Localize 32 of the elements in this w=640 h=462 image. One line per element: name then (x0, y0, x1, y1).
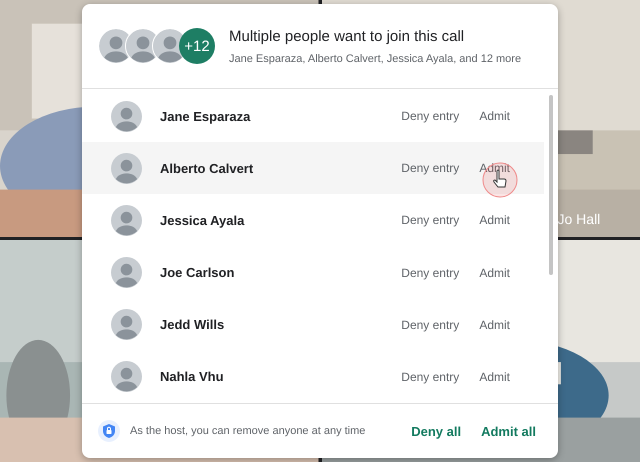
deny-entry-button[interactable]: Deny entry (401, 105, 460, 128)
deny-entry-button[interactable]: Deny entry (401, 314, 460, 336)
count-badge: +12 (179, 28, 215, 64)
person-name: Jessica Ayala (160, 212, 246, 228)
avatar-icon (111, 361, 142, 392)
dialog-subtitle: Jane Esparaza, Alberto Calvert, Jessica Ayala, and 12 more (229, 52, 522, 64)
person-name: Alberto Calvert (160, 160, 254, 176)
avatar-icon (111, 152, 142, 184)
admit-button[interactable]: Admit (479, 314, 510, 336)
dialog-title: Multiple people want to join this call (229, 28, 466, 44)
avatar-icon (111, 204, 142, 236)
deny-entry-button[interactable]: Deny entry (401, 209, 460, 232)
deny-entry-button[interactable]: Deny entry (401, 366, 460, 388)
deny-entry-button[interactable]: Deny entry (401, 157, 460, 180)
person-name: Nahla Vhu (160, 369, 225, 384)
person-name: Joe Carlson (160, 265, 236, 280)
admit-button[interactable]: Admit (479, 262, 510, 284)
scrollbar-thumb[interactable] (549, 95, 553, 275)
host-note: As the host, you can remove anyone at any time (130, 425, 366, 437)
avatar-icon (111, 257, 142, 288)
admit-button[interactable]: Admit (479, 105, 510, 128)
person-name: Jane Esparaza (160, 108, 252, 124)
deny-all-button[interactable]: Deny all (411, 420, 462, 442)
person-name: Jedd Wills (160, 317, 226, 332)
admit-all-button[interactable]: Admit all (481, 420, 536, 442)
participant-name: Jo Hall (558, 211, 600, 227)
admit-button[interactable]: Admit (479, 209, 510, 232)
shield-lock-icon (98, 420, 120, 442)
avatar-icon (111, 100, 142, 132)
admit-button[interactable]: Admit (479, 366, 510, 388)
deny-entry-button[interactable]: Deny entry (401, 262, 460, 284)
avatar-icon (111, 309, 142, 340)
